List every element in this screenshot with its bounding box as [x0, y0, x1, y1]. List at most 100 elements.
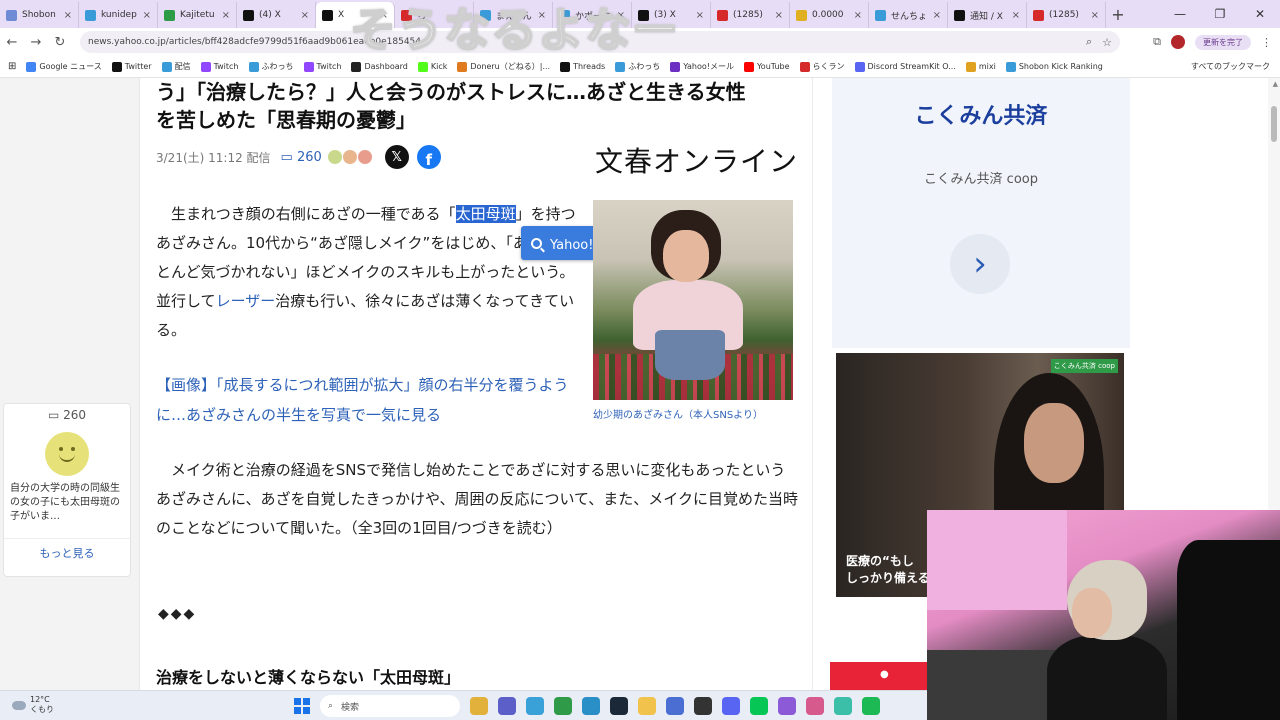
edge-icon[interactable] [582, 697, 600, 715]
teams-icon[interactable] [498, 697, 516, 715]
photo-caption[interactable]: 幼少期のあざみさん（本人SNSより） [593, 408, 783, 423]
bookmark-item[interactable]: Threads [560, 61, 605, 72]
browser-tab[interactable]: kunidep × [79, 2, 158, 28]
tab-close-icon[interactable]: × [775, 10, 783, 21]
scroll-up-icon[interactable]: ▲ [1273, 80, 1278, 88]
comment-card[interactable]: ▭ 260 自分の大学の時の同級生の女の子にも太田母斑の子がいま… もっと見る [3, 403, 131, 577]
tab-close-icon[interactable]: × [933, 10, 941, 21]
bookmark-item[interactable]: Twitch [200, 61, 239, 72]
bookmark-item[interactable]: Twitter [111, 61, 152, 72]
browser-tab[interactable]: (4) X × [237, 2, 316, 28]
app-icon[interactable] [778, 697, 796, 715]
menu-icon[interactable]: ⋮ [1261, 36, 1272, 49]
new-tab-button[interactable]: + [1106, 5, 1130, 24]
store-icon[interactable] [666, 697, 684, 715]
taskbar-search[interactable]: ⌕ 検索 [320, 695, 460, 717]
minimize-button[interactable]: — [1160, 7, 1200, 21]
chrome-icon[interactable] [554, 697, 572, 715]
tab-favicon-icon [796, 9, 807, 21]
chevron-right-icon[interactable]: › [950, 234, 1010, 294]
ad-dot-icon: ● [880, 669, 889, 680]
tab-title: 0.0000 [812, 10, 844, 20]
related-images-link[interactable]: 【画像】「成長するにつれ範囲が拡大」顔の右半分を覆うように…あざみさんの半生を写… [156, 370, 576, 430]
browser-tab[interactable]: (1285) × [1027, 2, 1106, 28]
bookmark-item[interactable]: Yahoo!メール [670, 61, 734, 72]
article-paragraph-1: 生まれつき顔の右側にあざの一種である「太田母斑」を持つあざみさん。10代から“あ… [156, 205, 576, 339]
notepad-icon[interactable] [834, 697, 852, 715]
tab-close-icon[interactable]: × [1012, 10, 1020, 21]
windows-start-icon[interactable] [294, 698, 310, 714]
tab-title: 通知 / X [970, 11, 1003, 22]
facebook-share-icon[interactable]: f [416, 145, 441, 169]
bookmark-item[interactable]: Dashboard [351, 61, 408, 72]
forward-icon[interactable]: → [24, 35, 48, 50]
browser-tab[interactable]: 0.0000 × [790, 2, 869, 28]
ad-banner-kokumin[interactable]: こくみん共済 こくみん共済 coop › [832, 78, 1130, 348]
tab-close-icon[interactable]: × [64, 10, 72, 21]
section-subheading: 治療をしないと薄くならない「太田母斑」 [156, 668, 461, 687]
tab-close-icon[interactable]: × [301, 10, 309, 21]
browser-tab[interactable]: せんちょ × [869, 2, 948, 28]
bookmark-item[interactable]: 配信 [161, 61, 191, 72]
explorer-icon[interactable] [470, 697, 488, 715]
steam-icon[interactable] [610, 697, 628, 715]
tab-close-icon[interactable]: × [222, 10, 230, 21]
all-bookmarks-button[interactable]: すべてのブックマーク [1191, 61, 1270, 72]
apps-icon[interactable]: ⊞ [8, 61, 16, 72]
laser-link[interactable]: レーザー [216, 292, 276, 310]
tab-close-icon[interactable]: × [854, 10, 862, 21]
extensions-icon[interactable]: ⧉ [1153, 35, 1161, 49]
bookmark-item[interactable]: Discord StreamKit O... [854, 61, 956, 72]
browser-tab[interactable]: Shobon × [0, 2, 79, 28]
browser-tab[interactable]: 通知 / X × [948, 2, 1027, 28]
bookmark-item[interactable]: Doneru（どねる）|... [457, 61, 550, 72]
browser-tab[interactable]: Kajitetu × [158, 2, 237, 28]
stream-overlay-caption: そうなるよなー [349, 2, 679, 58]
bookmark-favicon-icon [417, 61, 428, 72]
x-share-icon[interactable]: 𝕏 [384, 145, 409, 169]
article-photo[interactable] [593, 200, 793, 400]
bookmark-item[interactable]: YouTube [743, 61, 790, 72]
folder-icon[interactable] [638, 697, 656, 715]
bookmark-item[interactable]: Twitch [303, 61, 341, 72]
bookmark-item[interactable]: ふわっち [615, 61, 660, 72]
ad-brand: こくみん共済 [914, 104, 1048, 129]
browser-tab[interactable]: (1285) × [711, 2, 790, 28]
bookmark-star-icon[interactable]: ☆ [1102, 36, 1112, 49]
bookmark-item[interactable]: Shobon Kick Ranking [1005, 61, 1103, 72]
tab-title: Kajitetu [180, 10, 215, 20]
reload-icon[interactable]: ↻ [48, 35, 72, 50]
back-icon[interactable]: ← [0, 35, 24, 50]
line-icon[interactable] [750, 697, 768, 715]
profile-avatar[interactable] [1171, 35, 1185, 49]
obs-icon[interactable] [694, 697, 712, 715]
tab-close-icon[interactable]: × [696, 10, 704, 21]
update-button[interactable]: 更新を完了 [1195, 34, 1251, 50]
weather-widget[interactable]: 12°C くもり [12, 695, 54, 715]
article-paragraph-2: メイク術と治療の経過をSNSで発信し始めたことであざに対する思いに変化もあったと… [156, 461, 799, 537]
bookmark-item[interactable]: Kick [417, 61, 447, 72]
smiley-face-icon [45, 432, 89, 476]
article-headline: う」「治療したら？」人と会うのがストレスに…あざと生きる女性 を苦しめた「思春期… [156, 80, 746, 132]
highlighted-term[interactable]: 太田母斑 [455, 205, 516, 223]
zoom-icon[interactable]: ⌕ [1086, 35, 1092, 49]
bookmark-item[interactable]: ふわっち [248, 61, 294, 72]
tab-title: (4) X [259, 10, 281, 20]
spotify-icon[interactable] [862, 697, 880, 715]
tab-close-icon[interactable]: × [1091, 10, 1099, 21]
bookmark-item[interactable]: Google ニュース [26, 61, 102, 72]
discord-icon[interactable] [722, 697, 740, 715]
app-icon-2[interactable] [806, 697, 824, 715]
bookmark-item[interactable]: mixi [965, 61, 996, 72]
comment-link[interactable]: ▭ 260 [281, 150, 322, 165]
maximize-button[interactable]: ❐ [1200, 7, 1240, 21]
copilot-icon[interactable] [526, 697, 544, 715]
tab-favicon-icon [243, 9, 254, 21]
more-comments-link[interactable]: もっと見る [4, 538, 130, 561]
reaction-faces-icon[interactable] [327, 150, 373, 164]
scrollbar-thumb[interactable] [1271, 106, 1277, 142]
bookmark-favicon-icon [200, 61, 211, 72]
bookmark-item[interactable]: らくラン [799, 61, 845, 72]
close-window-button[interactable]: ✕ [1240, 7, 1280, 21]
tab-close-icon[interactable]: × [143, 10, 151, 21]
